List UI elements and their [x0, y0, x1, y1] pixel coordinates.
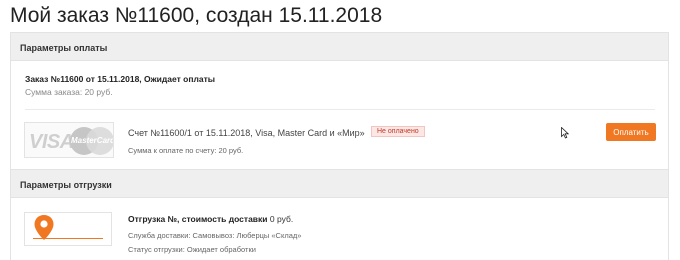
payment-section: Параметры оплаты Заказ №11600 от 15.11.2… [10, 32, 669, 174]
order-sum: Сумма заказа: 20 руб. [25, 87, 113, 97]
pin-baseline [33, 238, 103, 239]
bill-sum: Сумма к оплате по счету: 20 руб. [128, 146, 244, 155]
divider [25, 109, 655, 110]
shipment-section: Параметры отгрузки Отгрузка №, стоимость… [10, 169, 669, 260]
status-badge: Не оплачено [371, 126, 425, 137]
mastercard-logo: MasterCard [70, 127, 114, 155]
shipment-title: Отгрузка №, стоимость доставки 0 руб. [128, 214, 293, 224]
delivery-icon-box [24, 212, 112, 246]
shipment-status: Статус отгрузки: Ожидает обработки [128, 245, 256, 254]
mouse-cursor-icon [561, 127, 569, 139]
payment-section-header: Параметры оплаты [11, 33, 668, 61]
delivery-service: Служба доставки: Самовывоз: Люберцы «Скл… [128, 231, 302, 240]
visa-logo: VISA [29, 131, 74, 153]
pay-button[interactable]: Оплатить [606, 123, 656, 141]
shipment-title-label: Отгрузка №, стоимость доставки [128, 214, 268, 224]
order-status-line: Заказ №11600 от 15.11.2018, Ожидает опла… [25, 74, 216, 84]
page-title: Мой заказ №11600, создан 15.11.2018 [10, 4, 383, 27]
payment-system-logo: VISA MasterCard [24, 122, 114, 158]
mastercard-logo-text: MasterCard [71, 136, 114, 145]
shipment-cost: 0 руб. [269, 214, 294, 224]
bill-title: Счет №11600/1 от 15.11.2018, Visa, Maste… [128, 128, 365, 138]
shipment-section-header: Параметры отгрузки [11, 170, 668, 198]
